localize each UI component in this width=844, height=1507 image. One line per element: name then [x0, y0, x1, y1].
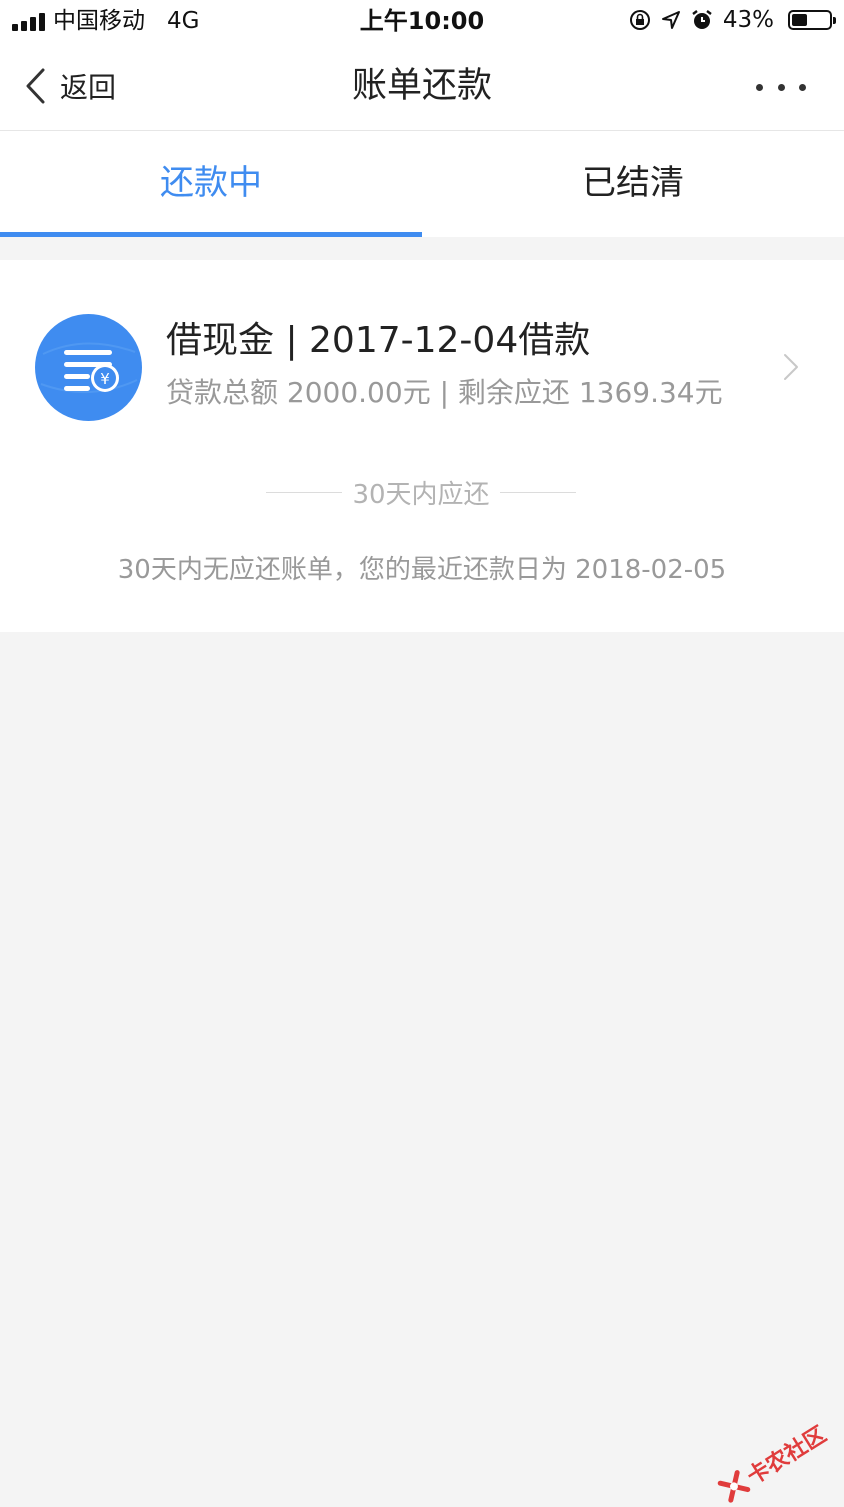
chevron-right-icon: [784, 354, 798, 380]
section-divider: 30天内应还: [266, 475, 576, 510]
watermark: 卡农社区: [714, 1417, 831, 1507]
loan-list-item[interactable]: ¥ 借现金 | 2017-12-04借款 贷款总额 2000.00元 | 剩余应…: [0, 260, 844, 460]
section-title: 30天内应还: [352, 479, 490, 510]
more-button[interactable]: [756, 72, 806, 102]
tab-settled[interactable]: 已结清: [422, 131, 844, 237]
loan-summary: 贷款总额 2000.00元 | 剩余应还 1369.34元: [166, 376, 723, 409]
battery-fill: [792, 14, 807, 26]
loan-title: 借现金 | 2017-12-04借款: [166, 320, 591, 361]
status-right: 43%: [629, 7, 836, 33]
tab-repaying[interactable]: 还款中: [0, 131, 422, 237]
bill-card: ¥ 借现金 | 2017-12-04借款 贷款总额 2000.00元 | 剩余应…: [0, 260, 844, 632]
divider-line-right: [499, 491, 576, 493]
bill-yuan-icon: ¥: [35, 314, 142, 421]
empty-notice: 30天内无应还账单，您的最近还款日为 2018-02-05: [117, 555, 727, 585]
page-title: 账单还款: [351, 66, 492, 106]
location-arrow-icon: [661, 11, 680, 29]
watermark-text: 卡农社区: [743, 1422, 831, 1491]
orientation-lock-icon: [629, 10, 650, 30]
nav-bar: 返回 账单还款: [0, 42, 844, 131]
battery-icon: [788, 10, 836, 30]
status-bar: 中国移动 4G 上午10:00 43%: [0, 0, 844, 42]
more-dots-icon: [756, 83, 763, 91]
tab-bar: 还款中 已结清: [0, 131, 844, 237]
svg-text:¥: ¥: [100, 370, 110, 388]
battery-percent: 43%: [722, 7, 774, 33]
alarm-icon: [692, 10, 712, 29]
divider-line-left: [266, 491, 343, 493]
